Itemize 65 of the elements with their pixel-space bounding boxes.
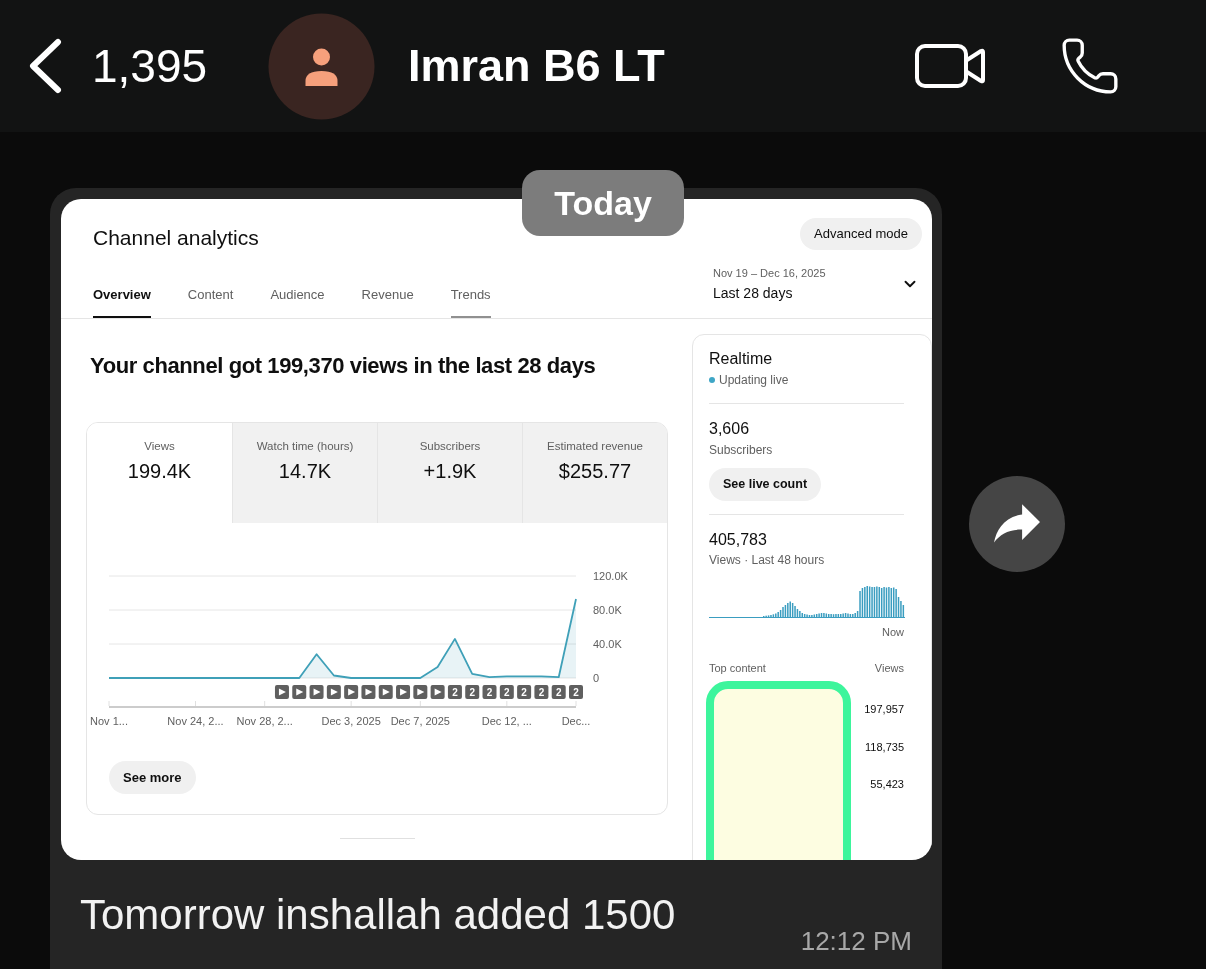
page-title: Channel analytics — [93, 225, 259, 251]
x-axis-label: Nov 24, 2... — [167, 715, 224, 727]
analytics-tab[interactable]: Audience — [270, 287, 325, 318]
video-marker-icon[interactable] — [344, 685, 359, 699]
x-axis-label: Dec 3, 2025 — [321, 715, 381, 727]
y-axis-label: 0 — [593, 672, 600, 684]
video-count-badge[interactable]: 2 — [569, 685, 583, 699]
top-content-heading: Top content — [709, 661, 766, 675]
video-marker-icon[interactable] — [361, 685, 376, 699]
back-chevron-icon — [28, 38, 62, 94]
video-marker-icon[interactable] — [430, 685, 445, 699]
video-count-badge[interactable]: 2 — [534, 685, 549, 699]
x-axis-label: Nov 28, 2... — [236, 715, 293, 727]
message-text: Tomorrow inshallah added 1500 — [80, 891, 676, 939]
forward-arrow-icon — [994, 504, 1040, 544]
message-time: 12:12 PM — [800, 926, 912, 956]
video-marker-icon[interactable] — [378, 685, 393, 699]
y-axis-label: 40.0K — [593, 638, 622, 650]
video-marker-icon[interactable] — [309, 685, 324, 699]
video-marker-icon[interactable] — [413, 685, 428, 699]
video-count-badge[interactable]: 2 — [551, 685, 566, 699]
analytics-tab[interactable]: Trends — [450, 287, 491, 318]
video-marker-icon[interactable] — [396, 685, 411, 699]
date-range-dropdown[interactable]: Nov 19 – Dec 16, 2025 Last 28 days — [712, 266, 922, 302]
x-axis-label: Nov 1... — [90, 715, 128, 727]
advanced-mode-button[interactable]: Advanced mode — [800, 218, 922, 250]
views-headline: Your channel got 199,370 views in the last 28 days — [90, 352, 596, 380]
video-camera-icon — [915, 44, 985, 88]
subscriber-label: Subscribers — [709, 442, 773, 458]
see-more-button[interactable]: See more — [109, 761, 196, 794]
top-content-views: 197,957 — [864, 702, 904, 716]
video-count-badge[interactable]: 2 — [517, 685, 532, 699]
video-marker-icon[interactable] — [274, 685, 289, 699]
y-axis-label: 80.0K — [593, 604, 622, 616]
realtime-views-count: 405,783 — [709, 530, 767, 550]
back-button[interactable]: 1,395 — [28, 31, 215, 101]
analytics-tab[interactable]: Overview — [93, 287, 151, 318]
video-count-badge[interactable]: 2 — [447, 685, 462, 699]
video-count-badge[interactable]: 2 — [499, 685, 514, 699]
video-marker-icon[interactable] — [292, 685, 307, 699]
top-content-views: 118,735 — [865, 740, 904, 754]
metric-tab[interactable]: Subscribers +1.9K — [377, 423, 522, 523]
avatar-icon[interactable] — [268, 12, 375, 120]
video-marker-icon[interactable] — [326, 685, 341, 699]
x-axis-label: Dec... — [561, 715, 591, 727]
video-count-badge[interactable]: 2 — [482, 685, 497, 699]
top-content-views: 55,423 — [870, 777, 904, 791]
realtime-title: Realtime — [709, 349, 773, 369]
live-status-text: Updating live — [719, 372, 789, 388]
see-live-count-button[interactable]: See live count — [709, 468, 822, 501]
realtime-views-label: Views · Last 48 hours — [709, 552, 825, 568]
metric-tab[interactable]: Watch time (hours) 14.7K — [232, 423, 377, 523]
x-axis-label: Dec 7, 2025 — [390, 715, 450, 727]
contact-name[interactable]: Imran B6 LT — [408, 32, 665, 100]
video-count-badge[interactable]: 2 — [465, 685, 480, 699]
analytics-tab[interactable]: Content — [187, 287, 234, 318]
y-axis-label: 120.0K — [593, 570, 628, 582]
views-column-heading: Views — [874, 661, 904, 675]
x-axis-label: Dec 12, ... — [481, 715, 532, 727]
subscriber-count: 3,606 — [709, 419, 750, 439]
sparkline-end-label: Now — [882, 625, 904, 639]
video-call-button[interactable] — [915, 44, 985, 88]
metric-tab[interactable]: Estimated revenue $255.77 — [522, 423, 667, 523]
analytics-tab[interactable]: Revenue — [361, 287, 414, 318]
date-chip: Today — [522, 170, 684, 236]
